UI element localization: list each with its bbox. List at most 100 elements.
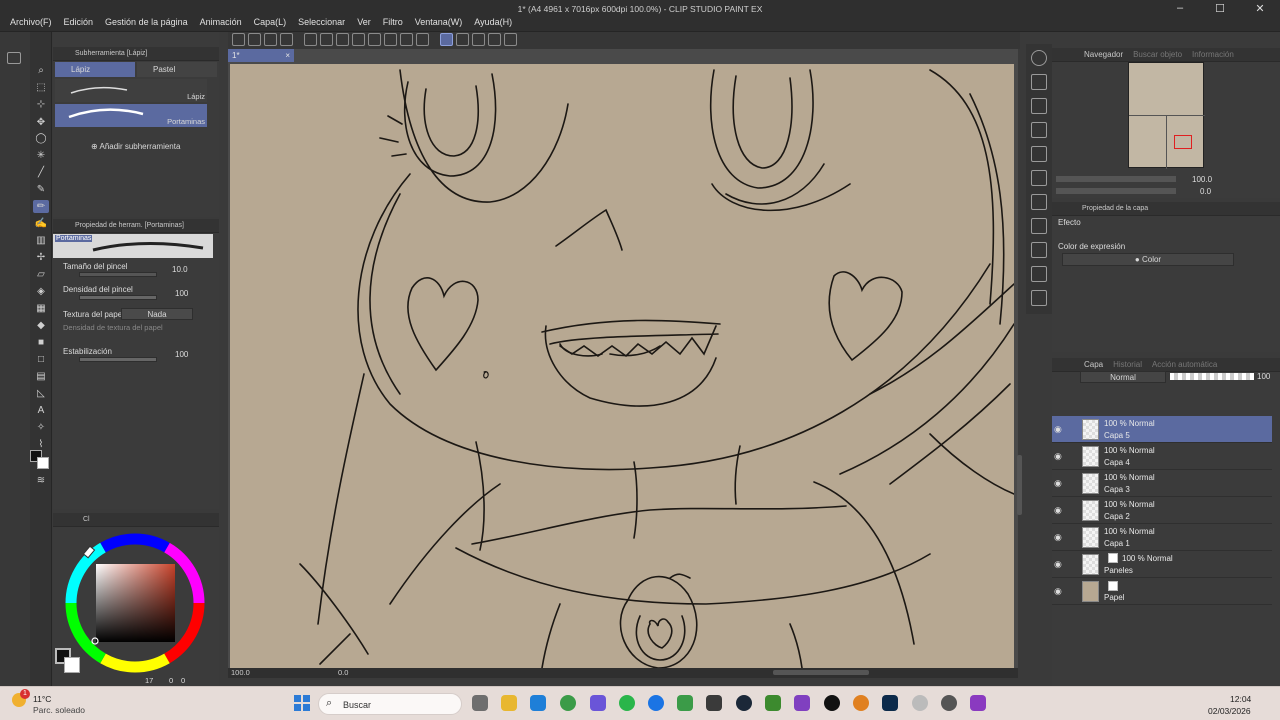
material-all-icon[interactable]	[1031, 290, 1047, 306]
menu-gestion-pagina[interactable]: Gestión de la página	[99, 17, 194, 27]
photoshop-icon[interactable]	[882, 695, 898, 711]
invert-selection-icon[interactable]	[400, 33, 413, 46]
file-explorer-icon[interactable]	[501, 695, 517, 711]
layer-row[interactable]: ◉ 100 % Normal Paneles	[1052, 551, 1272, 578]
transform-icon[interactable]	[368, 33, 381, 46]
deselect-icon[interactable]	[384, 33, 397, 46]
crop-icon[interactable]	[416, 33, 429, 46]
tab-historial[interactable]: Historial	[1109, 358, 1146, 371]
figure-tool-icon[interactable]: □	[33, 353, 49, 366]
layer-row[interactable]: ◉ Papel	[1052, 578, 1272, 605]
weather-temp[interactable]: 11°C	[33, 694, 51, 704]
clip-studio-icon[interactable]	[232, 33, 245, 46]
material-x-icon[interactable]	[1031, 122, 1047, 138]
windows-start-icon[interactable]	[294, 695, 310, 711]
material-image-icon[interactable]	[1031, 146, 1047, 162]
menu-filtro[interactable]: Filtro	[377, 17, 409, 27]
tab-buscar-objeto[interactable]: Buscar objeto	[1129, 48, 1186, 61]
balloon-tool-icon[interactable]: ✧	[33, 421, 49, 434]
eraser-tool-icon[interactable]: ▱	[33, 268, 49, 281]
subtool-item-portaminas[interactable]: Portaminas	[55, 104, 207, 127]
gradient-tool-icon[interactable]: ■	[33, 336, 49, 349]
subtool-item-lapiz[interactable]: Lápiz	[55, 79, 207, 102]
blend-tool-icon[interactable]: ◈	[33, 285, 49, 298]
navigator-preview[interactable]	[1128, 62, 1205, 169]
material-icon[interactable]	[1031, 74, 1047, 90]
steam-icon[interactable]	[736, 695, 752, 711]
snap-grid-icon[interactable]	[472, 33, 485, 46]
drawing-canvas[interactable]	[230, 64, 1014, 668]
magic-wand-icon[interactable]: ✳	[33, 149, 49, 162]
opacity-value[interactable]: 100	[1257, 372, 1270, 381]
nav-rotate-slider[interactable]	[1056, 188, 1176, 194]
smartphone-icon[interactable]	[488, 33, 501, 46]
brush-size-slider[interactable]	[79, 272, 157, 277]
menu-ver[interactable]: Ver	[351, 17, 377, 27]
blend-mode-select[interactable]: Normal	[1080, 371, 1166, 383]
dock-icon[interactable]	[7, 52, 21, 64]
layer-property-tab[interactable]: Propiedad de la capa	[1052, 202, 1280, 216]
menu-ventana[interactable]: Ventana(W)	[409, 17, 469, 27]
clock-date[interactable]: 02/03/2026	[1208, 706, 1251, 716]
tab-informacion[interactable]: Información	[1188, 48, 1238, 61]
open-file-icon[interactable]	[264, 33, 277, 46]
nav-angle-value[interactable]: 0.0	[1200, 187, 1211, 196]
eye-icon[interactable]: ◉	[1054, 478, 1062, 489]
panel-tool-icon[interactable]: ▤	[33, 370, 49, 383]
close-tab-icon[interactable]: ×	[285, 49, 290, 62]
save-icon[interactable]	[280, 33, 293, 46]
tab-lapiz[interactable]: Lápiz	[55, 62, 135, 77]
color-panel-header[interactable]: Cl	[53, 513, 219, 527]
search-icon[interactable]	[1031, 50, 1047, 66]
discord-icon[interactable]	[590, 695, 606, 711]
menu-ayuda[interactable]: Ayuda(H)	[468, 17, 518, 27]
eye-icon[interactable]: ◉	[1054, 424, 1062, 435]
eye-icon[interactable]: ◉	[1054, 532, 1062, 543]
pen-tool-icon[interactable]: ✎	[33, 183, 49, 196]
tab-pastel[interactable]: Pastel	[137, 62, 217, 77]
sub-color-swatch[interactable]	[37, 457, 49, 469]
clip-studio-icon[interactable]	[912, 695, 928, 711]
object-tool-icon[interactable]: ⊹	[33, 98, 49, 111]
transparent-color-icon[interactable]: ≋	[33, 474, 49, 487]
eye-icon[interactable]: ◉	[1054, 505, 1062, 516]
undo-icon[interactable]	[304, 33, 317, 46]
zoom-value[interactable]: 100.0	[231, 668, 250, 677]
add-subtool-button[interactable]: ⊕ Añadir subherramienta	[91, 142, 180, 151]
pencil-tool-icon[interactable]: ✏	[33, 200, 49, 213]
stabilization-value[interactable]: 100	[175, 350, 188, 359]
material-character-icon[interactable]	[1031, 266, 1047, 282]
eye-icon[interactable]: ◉	[1054, 559, 1062, 570]
vertical-scrollbar[interactable]	[1017, 455, 1022, 515]
menu-animacion[interactable]: Animación	[194, 17, 248, 27]
layer-row[interactable]: ◉ 100 % Normal Capa 3	[1052, 470, 1272, 497]
material-manga-icon[interactable]	[1031, 218, 1047, 234]
angle-value[interactable]: 0.0	[338, 668, 348, 677]
facebook-icon[interactable]	[648, 695, 664, 711]
store-icon[interactable]	[706, 695, 722, 711]
obsidian-icon[interactable]	[794, 695, 810, 711]
minimize-button[interactable]: –	[1160, 0, 1200, 16]
twitch-icon[interactable]	[970, 695, 986, 711]
whatsapp-icon[interactable]	[619, 695, 635, 711]
maximize-button[interactable]: ☐	[1200, 0, 1240, 16]
decoration-tool-icon[interactable]: ✢	[33, 251, 49, 264]
frame-tool-icon[interactable]: ▦	[33, 302, 49, 315]
menu-archivo[interactable]: Archivo(F)	[4, 17, 58, 27]
redo-icon[interactable]	[320, 33, 333, 46]
clear-icon[interactable]	[336, 33, 349, 46]
density-slider[interactable]	[79, 295, 157, 300]
nav-zoom-value[interactable]: 100.0	[1192, 175, 1212, 184]
outlook-icon[interactable]	[530, 695, 546, 711]
nav-zoom-slider[interactable]	[1056, 176, 1176, 182]
tab-capa[interactable]: Capa	[1080, 358, 1107, 371]
tab-accion-automatica[interactable]: Acción automática	[1148, 358, 1221, 371]
eye-icon[interactable]: ◉	[1054, 586, 1062, 597]
taskbar-search[interactable]: ⌕ Buscar	[318, 693, 462, 715]
horizontal-scrollbar[interactable]	[773, 670, 869, 675]
menu-capa[interactable]: Capa(L)	[248, 17, 293, 27]
task-view-icon[interactable]	[472, 695, 488, 711]
help-icon[interactable]	[504, 33, 517, 46]
ruler-tool-icon[interactable]: ◺	[33, 387, 49, 400]
snap-ruler-icon[interactable]	[440, 33, 453, 46]
